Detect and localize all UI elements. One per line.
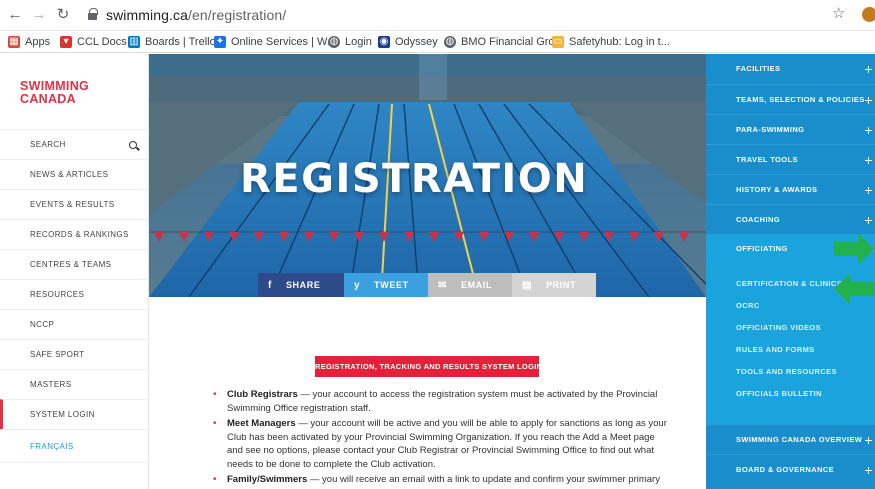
sidebar-item-news[interactable]: NEWS & ARTICLES: [0, 159, 149, 189]
extension-icon[interactable]: [862, 7, 875, 22]
nav-certification-clinics[interactable]: CERTIFICATION & CLINICS: [736, 279, 842, 288]
online-services-icon: ✦: [214, 36, 226, 48]
apps-grid-icon: ▦: [8, 36, 20, 48]
bookmark-odyssey[interactable]: ◉ Odyssey: [378, 34, 438, 50]
green-arrow-annotation: [834, 233, 874, 265]
nav-history-awards[interactable]: HISTORY & AWARDS +: [706, 174, 875, 204]
shield-icon: ▾: [60, 36, 72, 48]
trello-icon: ▥: [128, 36, 140, 48]
globe-icon: ◍: [328, 36, 340, 48]
print-icon: ▤: [522, 279, 533, 291]
browser-toolbar: ← → ↻ swimming.ca/en/registration/ ☆: [0, 0, 875, 31]
plus-icon[interactable]: +: [864, 425, 873, 455]
list-item: Club Registrars — your account to access…: [213, 388, 667, 415]
bookmark-star-icon[interactable]: ☆: [832, 4, 845, 22]
plus-icon[interactable]: +: [864, 145, 873, 175]
nav-travel-tools[interactable]: TRAVEL TOOLS +: [706, 144, 875, 174]
nav-facilities[interactable]: FACILITIES +: [706, 54, 875, 84]
lock-icon: [88, 8, 98, 20]
back-icon[interactable]: ←: [6, 6, 24, 24]
tweet-button[interactable]: y TWEET: [344, 273, 428, 297]
main-content: REGISTRATION, TRACKING AND RESULTS SYSTE…: [149, 297, 706, 489]
nav-tools-resources[interactable]: TOOLS AND RESOURCES: [736, 367, 837, 376]
nav-board-governance[interactable]: BOARD & GOVERNANCE +: [706, 454, 875, 484]
share-button[interactable]: f SHARE: [258, 273, 344, 297]
sidebar-item-safe-sport[interactable]: SAFE SPORT: [0, 339, 149, 369]
search-icon[interactable]: [129, 141, 137, 149]
list-item: Family/Swimmers — you will receive an em…: [213, 473, 667, 487]
facebook-icon: f: [268, 279, 272, 291]
url-domain: swimming.ca: [106, 7, 189, 23]
swimming-canada-logo[interactable]: SWIMMING CANADA: [20, 80, 89, 106]
bookmark-safetyhub[interactable]: ▭ Safetyhub: Log in t...: [552, 34, 670, 50]
globe-icon: ◍: [444, 36, 456, 48]
hero-banner: REGISTRATION: [149, 54, 706, 297]
url-path: /en/registration/: [188, 7, 287, 23]
sidebar-item-nccp[interactable]: NCCP: [0, 309, 149, 339]
bookmark-ccl-docs[interactable]: ▾ CCL Docs: [60, 34, 127, 50]
nav-teams-selection[interactable]: TEAMS, SELECTION & POLICIES +: [706, 84, 875, 114]
nav-officiating-videos[interactable]: OFFICIATING VIDEOS: [736, 323, 821, 332]
bookmark-apps[interactable]: ▦ Apps: [8, 34, 50, 50]
nav-ocrc[interactable]: OCRC: [736, 301, 760, 310]
right-navigation: FACILITIES + TEAMS, SELECTION & POLICIES +…: [706, 54, 875, 489]
sidebar-item-system-login[interactable]: SYSTEM LOGIN: [0, 399, 149, 429]
page: SWIMMING CANADA SEARCH NEWS & ARTICLES E…: [0, 54, 875, 489]
bookmark-trello[interactable]: ▥ Boards | Trello: [128, 34, 216, 50]
left-sidebar: SWIMMING CANADA SEARCH NEWS & ARTICLES E…: [0, 54, 149, 489]
nav-rules-forms[interactable]: RULES AND FORMS: [736, 345, 815, 354]
nav-para-swimming[interactable]: PARA-SWIMMING +: [706, 114, 875, 144]
email-icon: ✉: [438, 279, 447, 291]
bookmark-login[interactable]: ◍ Login: [328, 34, 372, 50]
nav-swimming-canada-overview[interactable]: SWIMMING CANADA OVERVIEW +: [706, 424, 875, 454]
sidebar-item-records[interactable]: RECORDS & RANKINGS: [0, 219, 149, 249]
bookmarks-bar: ▦ Apps ▾ CCL Docs ▥ Boards | Trello ✦ Online…: [0, 31, 875, 53]
language-toggle[interactable]: FRANÇAIS: [0, 429, 149, 463]
sidebar-item-events[interactable]: EVENTS & RESULTS: [0, 189, 149, 219]
info-list: Club Registrars — your account to access…: [213, 388, 667, 489]
plus-icon[interactable]: +: [864, 115, 873, 145]
list-item: Meet Managers — your account will be act…: [213, 417, 667, 471]
odyssey-icon: ◉: [378, 36, 390, 48]
plus-icon[interactable]: +: [864, 54, 873, 84]
sidebar-item-search[interactable]: SEARCH: [0, 129, 149, 159]
bookmark-online-services[interactable]: ✦ Online Services | W...: [214, 34, 336, 50]
sidebar-item-resources[interactable]: RESOURCES: [0, 279, 149, 309]
sidebar-item-centres[interactable]: CENTRES & TEAMS: [0, 249, 149, 279]
email-button[interactable]: ✉ EMAIL: [428, 273, 512, 297]
sidebar-item-masters[interactable]: MASTERS: [0, 369, 149, 399]
green-arrow-annotation: [834, 273, 874, 305]
page-title: REGISTRATION: [240, 156, 589, 202]
folder-icon: ▭: [552, 36, 564, 48]
plus-icon[interactable]: +: [864, 175, 873, 205]
address-bar[interactable]: swimming.ca/en/registration/: [84, 4, 854, 27]
nav-officials-bulletin[interactable]: OFFICIALS BULLETIN: [736, 389, 822, 398]
plus-icon[interactable]: +: [864, 85, 873, 115]
bookmark-bmo[interactable]: ◍ BMO Financial Gro...: [444, 34, 564, 50]
twitter-icon: y: [354, 279, 361, 291]
registration-login-button[interactable]: REGISTRATION, TRACKING AND RESULTS SYSTE…: [315, 356, 551, 377]
reload-icon[interactable]: ↻: [54, 6, 72, 24]
print-button[interactable]: ▤ PRINT: [512, 273, 596, 297]
forward-icon[interactable]: →: [30, 6, 48, 24]
plus-icon[interactable]: +: [864, 455, 873, 485]
